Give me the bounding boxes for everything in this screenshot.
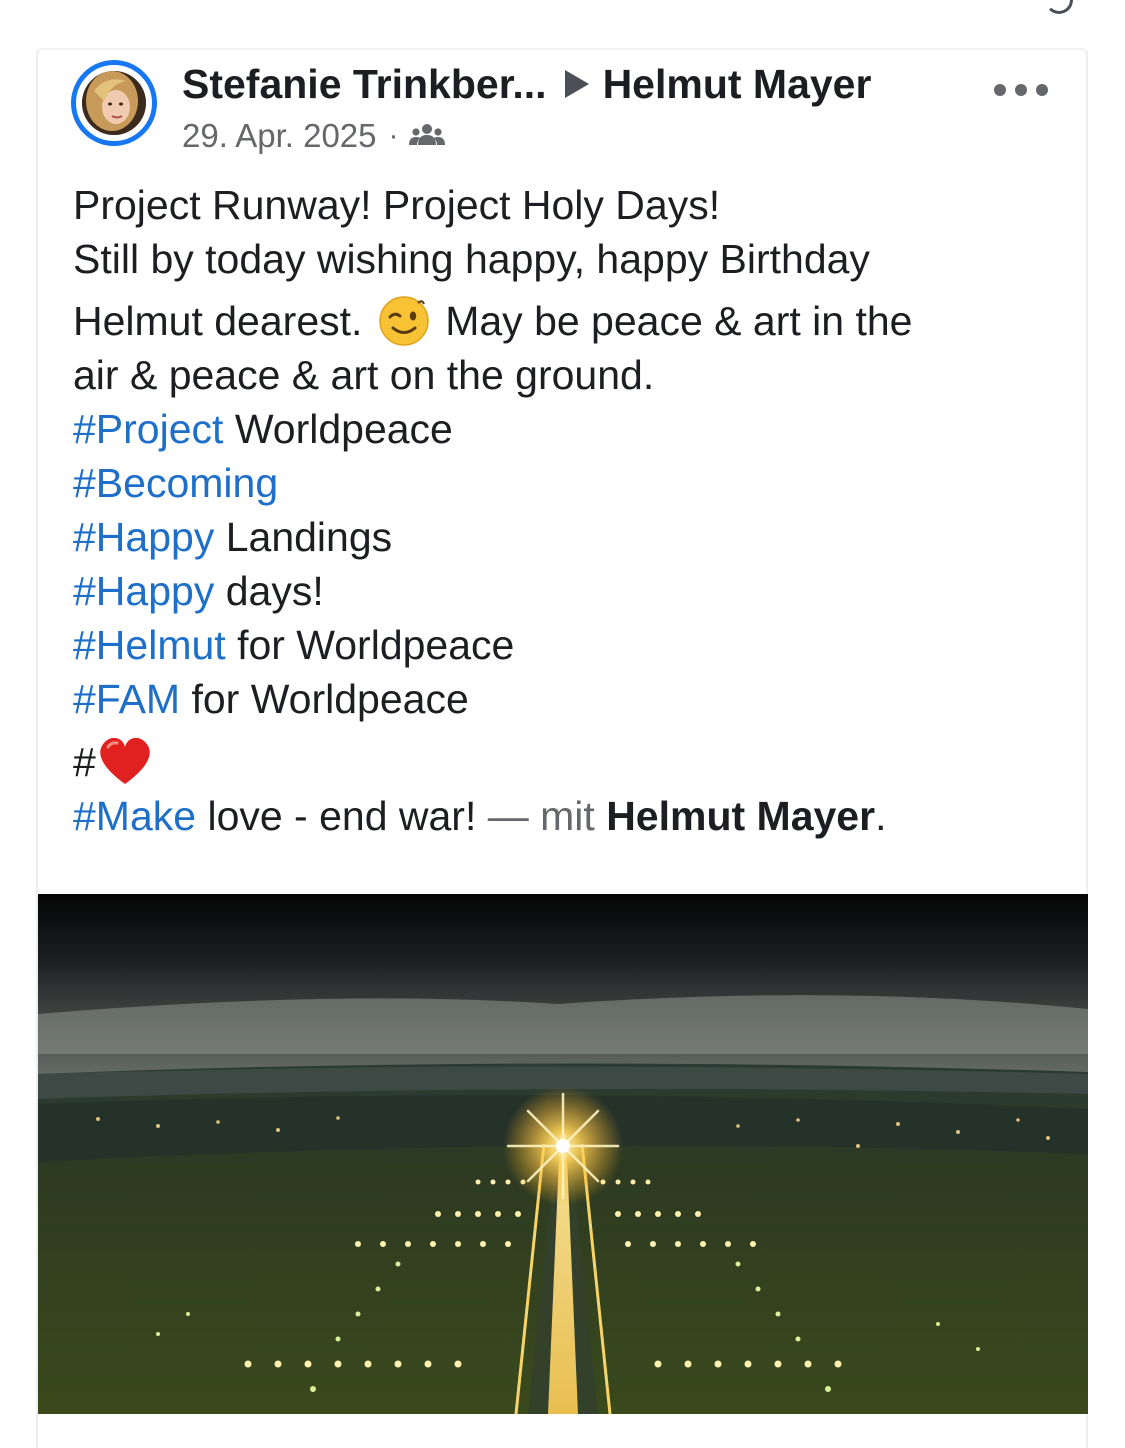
text-fragment: Worldpeace [223,406,453,452]
runway-night-photo [38,894,1088,1414]
hashtag-line: #Happy Landings [73,510,1063,564]
author-name[interactable]: Stefanie Trinkber... [182,61,547,108]
post-card: Stefanie Trinkber... Helmut Mayer 29. Ap… [36,48,1088,1448]
text-fragment: for Worldpeace [225,622,515,668]
hashtag-line: #FAM for Worldpeace [73,672,1063,726]
target-profile-name[interactable]: Helmut Mayer [603,61,872,108]
hashtag-link[interactable]: #Happy [73,514,214,560]
text-fragment: . [875,793,887,839]
meta-separator: · [388,119,399,152]
hashtag-link[interactable]: #Helmut [73,622,226,668]
with-label: — mit [476,793,607,839]
hashtag-link[interactable]: #Happy [73,568,214,614]
text-fragment: love - end war! [196,793,477,839]
post-body: Project Runway! Project Holy Days! Still… [73,178,1063,843]
post-meta: 29. Apr. 2025 · [182,116,445,156]
text-fragment: Helmut dearest. [73,298,363,344]
hashtag-line: # [73,734,1063,789]
more-dot-icon [1036,84,1048,96]
more-dot-icon [994,84,1006,96]
text-line: Project Runway! Project Holy Days! [73,182,721,228]
author-avatar[interactable] [71,60,157,146]
post-date[interactable]: 29. Apr. 2025 [182,117,377,155]
text-fragment: Landings [214,514,393,560]
search-icon[interactable] [1045,0,1073,14]
top-app-strip [0,0,1125,40]
more-dot-icon [1015,84,1027,96]
hashtag-line: #Project Worldpeace [73,402,1063,456]
post-header: Stefanie Trinkber... Helmut Mayer [182,60,871,108]
post-photo[interactable] [38,894,1088,1414]
text-line: air & peace & art on the ground. [73,352,655,398]
hashtag-link[interactable]: #Becoming [73,460,278,506]
friends-group-icon[interactable] [408,117,445,155]
text-fragment: days! [214,568,324,614]
text-fragment: for Worldpeace [180,676,469,722]
avatar-image [82,71,146,135]
text-line: Still by today wishing happy, happy Birt… [73,236,870,282]
hashtag-line: #Becoming [73,456,1063,510]
text-fragment: # [73,739,96,785]
hashtag-link[interactable]: #Project [73,406,223,452]
text-line: Helmut dearest. May be peace & art in th… [73,294,1063,348]
more-options-button[interactable] [994,78,1048,102]
red-heart-emoji [100,737,150,784]
hashtag-line: #Make love - end war! — mit Helmut Mayer… [73,789,1063,843]
tagged-person-link[interactable]: Helmut Mayer [606,793,875,839]
text-fragment: May be peace & art in the [445,298,913,344]
hashtag-link[interactable]: #Make [73,793,196,839]
arrow-right-icon [564,70,589,98]
winking-face-emoji [379,296,429,346]
hashtag-line: #Helmut for Worldpeace [73,618,1063,672]
hashtag-line: #Happy days! [73,564,1063,618]
hashtag-link[interactable]: #FAM [73,676,180,722]
